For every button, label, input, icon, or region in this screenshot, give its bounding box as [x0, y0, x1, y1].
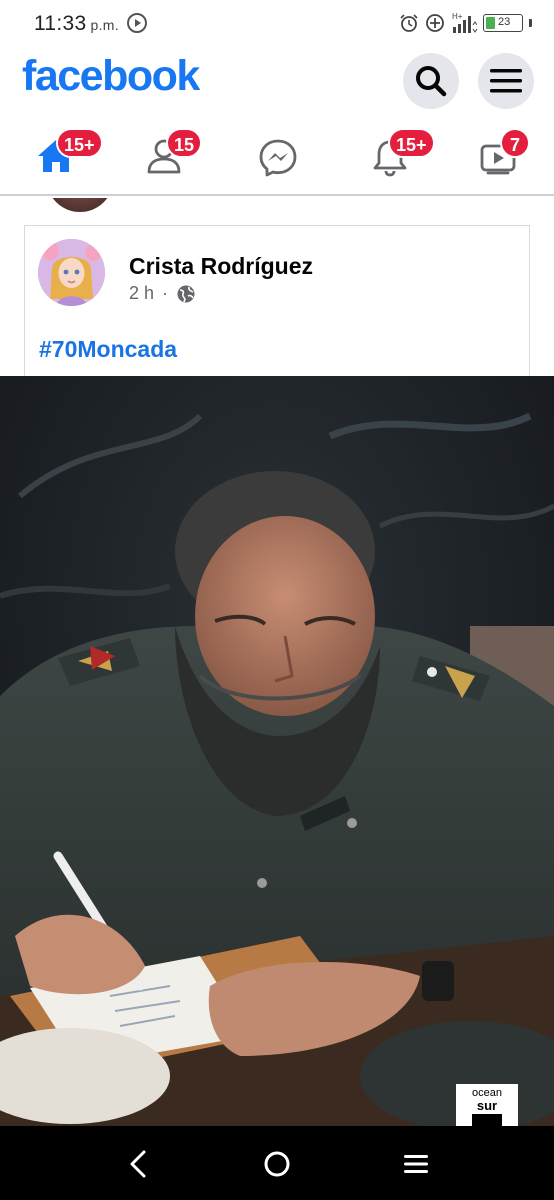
network-type: H+	[452, 12, 463, 21]
tab-watch-badge: 7	[500, 128, 530, 158]
post-author-name[interactable]: Crista Rodríguez	[129, 253, 313, 280]
search-icon	[416, 66, 447, 97]
post-hashtag[interactable]: #70Moncada	[39, 336, 177, 363]
tab-home-badge: 15+	[56, 128, 103, 158]
previous-post-avatar[interactable]	[47, 198, 113, 212]
facebook-logo[interactable]: facebook	[22, 52, 200, 101]
tab-home[interactable]: 15+	[4, 118, 104, 194]
alarm-icon	[400, 14, 418, 32]
menu-button[interactable]	[478, 53, 534, 109]
recents-icon	[404, 1155, 428, 1173]
tab-friends-badge: 15	[166, 128, 203, 158]
clock-ampm: p.m.	[90, 17, 119, 33]
clock-text: 11:33	[34, 12, 87, 35]
menu-icon	[490, 69, 522, 93]
home-circle-icon	[264, 1151, 290, 1177]
battery-cap	[529, 19, 532, 27]
status-icons: H+ 23	[399, 10, 532, 36]
system-navigation-bar	[0, 1126, 554, 1200]
battery-level: 23	[498, 16, 511, 28]
post-meta: 2 h ·	[129, 283, 196, 304]
back-button[interactable]	[118, 1144, 158, 1184]
avatar-illustration	[38, 239, 105, 306]
recents-button[interactable]	[396, 1144, 436, 1184]
battery-fill	[486, 17, 495, 29]
battery-icon: 23	[483, 14, 523, 32]
status-bar: 11:33 p.m. H+ 23	[0, 0, 554, 48]
signal-icon: H+	[452, 12, 477, 33]
author-avatar[interactable]	[38, 239, 105, 306]
app-header: facebook	[0, 48, 554, 114]
watermark-logo-mark	[472, 1114, 502, 1126]
messenger-icon	[259, 139, 297, 177]
data-saver-icon	[426, 14, 444, 32]
photo-watermark-line2: sur	[477, 1098, 497, 1113]
meta-separator: ·	[162, 283, 169, 303]
news-feed: Crista Rodríguez 2 h · #70Moncada ocean …	[0, 198, 554, 1126]
status-time: 11:33 p.m.	[34, 12, 119, 36]
home-button[interactable]	[257, 1144, 297, 1184]
tab-friends[interactable]: 15	[114, 118, 214, 194]
tab-watch[interactable]: 7	[448, 118, 548, 194]
back-icon	[130, 1150, 146, 1178]
search-button[interactable]	[403, 53, 459, 109]
tab-messenger[interactable]	[226, 118, 326, 194]
post-photo[interactable]: ocean sur	[0, 376, 554, 1126]
tab-notifications-badge: 15+	[388, 128, 435, 158]
main-tab-bar: 15+ 15 15+ 7	[0, 118, 554, 196]
post-card: Crista Rodríguez 2 h · #70Moncada	[24, 225, 530, 385]
media-play-icon	[127, 13, 147, 33]
globe-icon	[177, 285, 195, 302]
post-time[interactable]: 2 h	[129, 283, 154, 304]
tab-notifications[interactable]: 15+	[338, 118, 438, 194]
